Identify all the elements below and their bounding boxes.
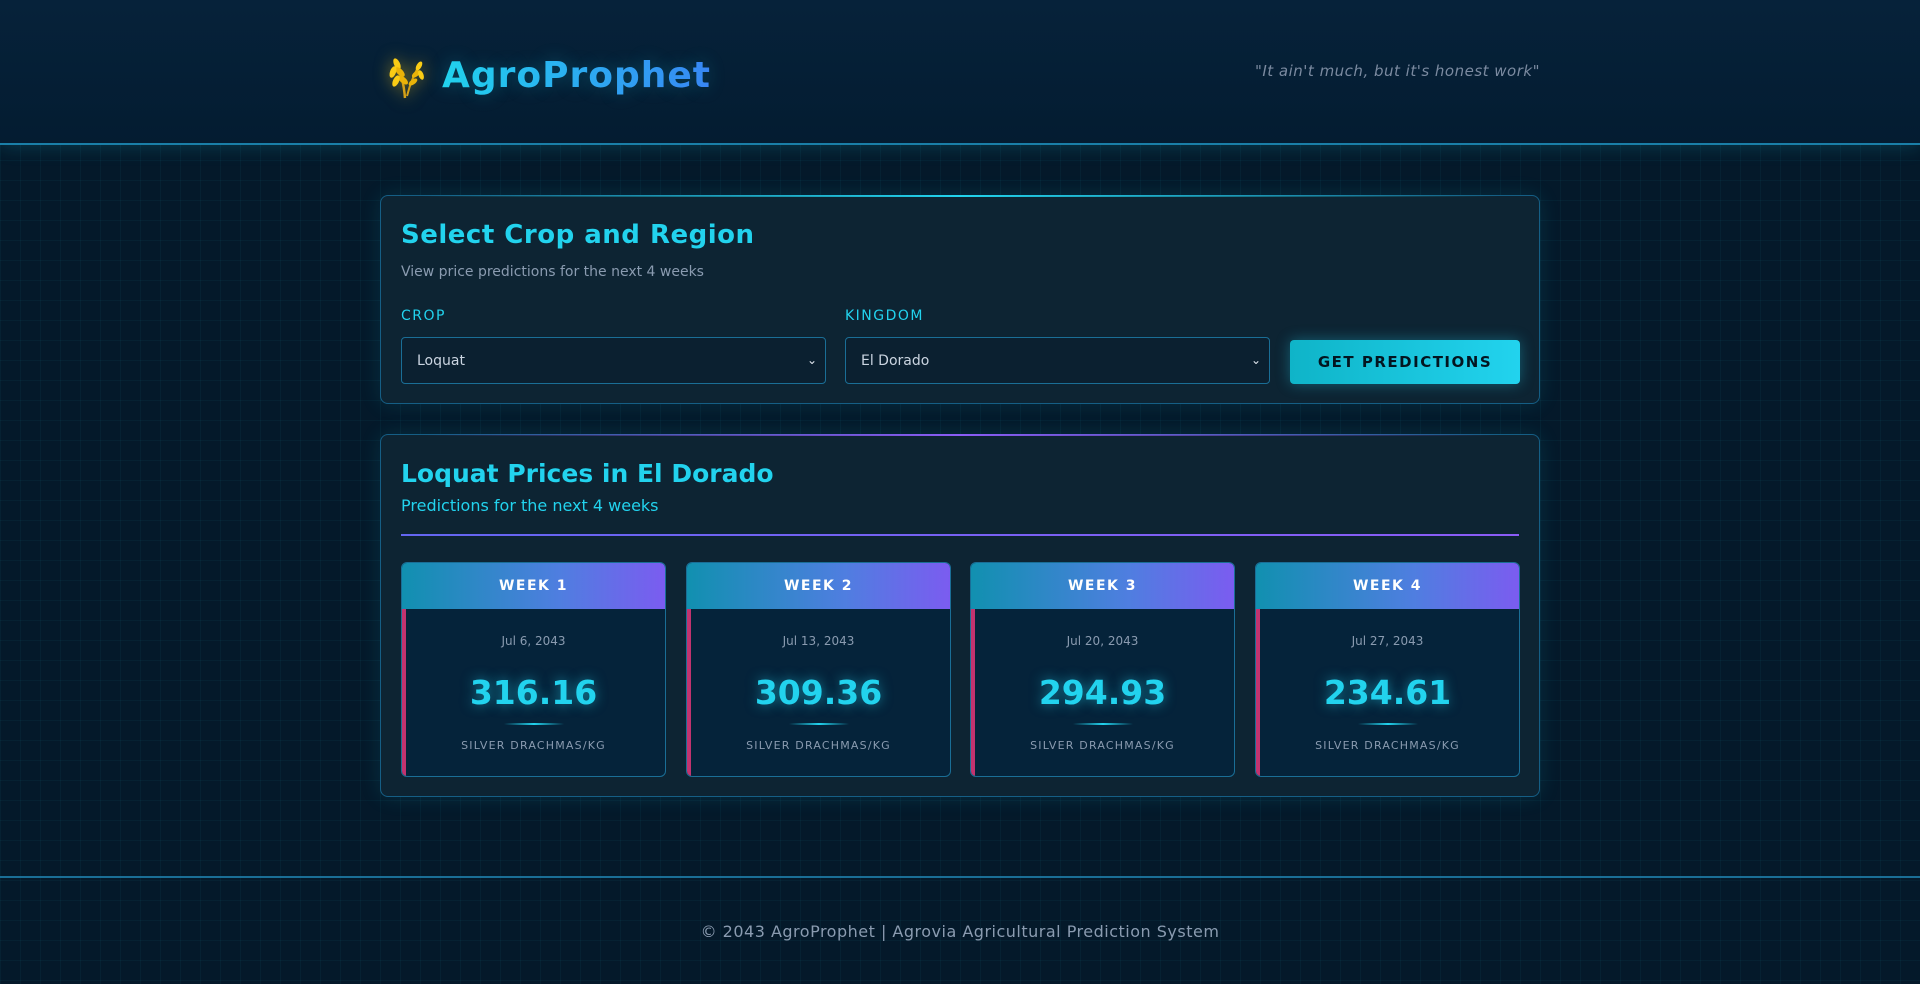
- week-label: WEEK 3: [971, 563, 1234, 609]
- week-card: WEEK 3 Jul 20, 2043 294.93 SILVER DRACHM…: [970, 562, 1235, 777]
- price-unit: SILVER DRACHMAS/KG: [461, 739, 606, 752]
- crop-label: CROP: [401, 308, 446, 324]
- price-unit: SILVER DRACHMAS/KG: [746, 739, 891, 752]
- kingdom-select-value: El Dorado: [861, 352, 930, 369]
- price-unit: SILVER DRACHMAS/KG: [1030, 739, 1175, 752]
- kingdom-select[interactable]: El Dorado ⌄: [845, 337, 1270, 384]
- selector-subtitle: View price predictions for the next 4 we…: [401, 264, 704, 280]
- selector-title: Select Crop and Region: [401, 220, 755, 250]
- price-underline: [1357, 723, 1418, 725]
- week-card: WEEK 2 Jul 13, 2043 309.36 SILVER DRACHM…: [686, 562, 951, 777]
- week-date: Jul 6, 2043: [501, 634, 566, 648]
- footer-copyright: © 2043 AgroProphet | Agrovia Agricultura…: [700, 922, 1220, 941]
- week-label: WEEK 2: [687, 563, 950, 609]
- crop-select[interactable]: Loquat ⌄: [401, 337, 826, 384]
- week-card: WEEK 1 Jul 6, 2043 316.16 SILVER DRACHMA…: [401, 562, 666, 777]
- week-price: 316.16: [469, 673, 598, 712]
- week-label: WEEK 4: [1256, 563, 1519, 609]
- logo[interactable]: AgroProphet: [380, 50, 711, 100]
- week-label: WEEK 1: [402, 563, 665, 609]
- price-underline: [1072, 723, 1133, 725]
- results-title: Loquat Prices in El Dorado: [401, 459, 774, 488]
- wheat-icon: [389, 58, 424, 99]
- week-date: Jul 20, 2043: [1066, 634, 1139, 648]
- results-subtitle: Predictions for the next 4 weeks: [401, 496, 659, 515]
- get-predictions-button[interactable]: GET PREDICTIONS: [1290, 340, 1520, 384]
- brand-name: AgroProphet: [442, 54, 712, 96]
- panel-accent-line: [421, 195, 1499, 197]
- price-underline: [788, 723, 849, 725]
- chevron-down-icon: ⌄: [1250, 353, 1261, 367]
- divider: [401, 534, 1519, 536]
- crop-select-value: Loquat: [417, 352, 465, 369]
- crop-region-selector-panel: Select Crop and Region View price predic…: [380, 195, 1540, 404]
- chevron-down-icon: ⌄: [806, 353, 817, 367]
- week-price: 309.36: [754, 673, 883, 712]
- predictions-panel: Loquat Prices in El Dorado Predictions f…: [380, 434, 1540, 797]
- week-date: Jul 13, 2043: [782, 634, 855, 648]
- price-underline: [503, 723, 564, 725]
- week-date: Jul 27, 2043: [1351, 634, 1424, 648]
- week-price: 294.93: [1038, 673, 1167, 712]
- price-unit: SILVER DRACHMAS/KG: [1315, 739, 1460, 752]
- site-header: AgroProphet "It ain't much, but it's hon…: [0, 0, 1920, 145]
- week-price: 234.61: [1323, 673, 1452, 712]
- week-card: WEEK 4 Jul 27, 2043 234.61 SILVER DRACHM…: [1255, 562, 1520, 777]
- tagline: "It ain't much, but it's honest work": [1254, 62, 1540, 80]
- panel-accent-line: [421, 434, 1499, 436]
- kingdom-label: KINGDOM: [845, 308, 925, 324]
- site-footer: © 2043 AgroProphet | Agrovia Agricultura…: [0, 876, 1920, 984]
